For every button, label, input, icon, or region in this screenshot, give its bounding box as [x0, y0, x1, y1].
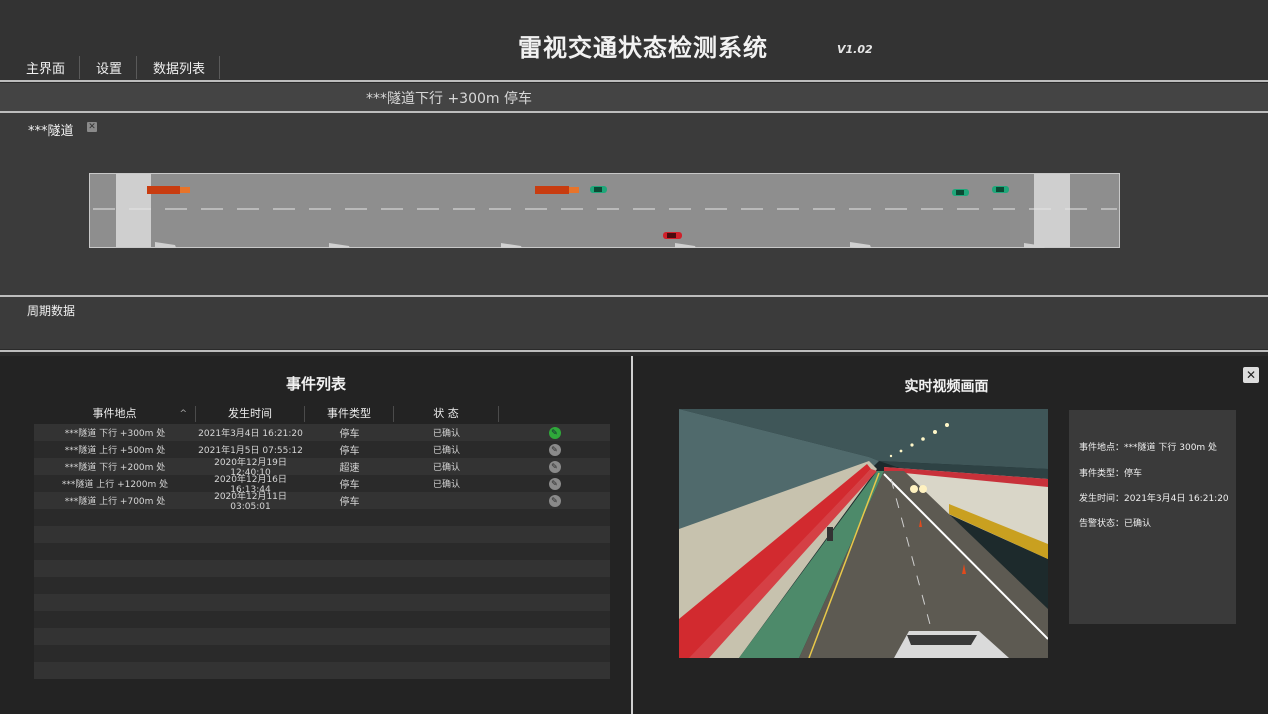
panel-divider	[631, 356, 633, 714]
edit-icon[interactable]: ✎	[548, 460, 561, 473]
edit-icon[interactable]: ✎	[548, 443, 561, 456]
empty-row	[34, 577, 610, 594]
event-list-title: 事件列表	[285, 375, 346, 393]
empty-row	[34, 662, 610, 679]
stopped-car-icon[interactable]	[663, 232, 682, 239]
empty-row	[34, 509, 610, 526]
table-row[interactable]: ***隧道 上行 +1200m 处 2020年12月16日 16:13:44 停…	[34, 475, 610, 495]
empty-row	[34, 628, 610, 645]
empty-row	[34, 594, 610, 611]
column-header-location[interactable]: 事件地点 ^	[34, 406, 196, 422]
empty-row	[34, 611, 610, 628]
car-icon[interactable]	[590, 186, 607, 193]
table-row[interactable]: ***隧道 下行 +200m 处 2020年12月19日 12:40:10 超速…	[34, 458, 610, 478]
app-header: 雷视交通状态检测系统 V1.02 主界面 设置 数据列表	[0, 0, 1268, 80]
tunnel-exit	[1034, 174, 1070, 247]
car-icon[interactable]	[952, 189, 969, 196]
divider	[0, 80, 1268, 82]
close-icon[interactable]: ✕	[1243, 367, 1259, 383]
nav-item-data-list[interactable]: 数据列表	[137, 56, 221, 79]
alert-bar: ***隧道下行 +300m 停车	[0, 83, 1268, 111]
edit-icon[interactable]: ✎	[548, 426, 561, 439]
empty-row	[34, 645, 610, 662]
edit-icon[interactable]: ✎	[548, 494, 561, 507]
main-nav: 主界面 设置 数据列表	[10, 56, 221, 79]
bottom-area: 事件列表 事件地点 ^ 发生时间 事件类型 状 态 ***隧道 下行 +300m …	[0, 356, 1268, 714]
detail-status: 告警状态：已确认	[1079, 519, 1152, 529]
truck-icon[interactable]	[147, 186, 190, 194]
truck-icon[interactable]	[535, 186, 579, 194]
nav-item-settings[interactable]: 设置	[80, 56, 138, 79]
column-header-type[interactable]: 事件类型	[305, 406, 394, 422]
table-header: 事件地点 ^ 发生时间 事件类型 状 态	[34, 404, 610, 424]
table-body: ***隧道 下行 +300m 处 2021年3月4日 16:21:20 停车 已…	[34, 424, 610, 679]
period-data-title: 周期数据	[27, 304, 76, 318]
event-table: 事件地点 ^ 发生时间 事件类型 状 态 ***隧道 下行 +300m 处 202…	[34, 404, 610, 679]
edit-icon[interactable]: ✎	[548, 477, 561, 490]
road-surface	[89, 173, 1120, 248]
column-header-time[interactable]: 发生时间	[196, 406, 305, 422]
period-data-panel: 周期数据	[0, 297, 1268, 349]
close-icon[interactable]: ✕	[87, 122, 97, 132]
empty-row	[34, 526, 610, 543]
column-header-action	[499, 406, 610, 422]
event-detail-panel: 事件地点：***隧道 下行 300m 处 事件类型：停车 发生时间：2021年3…	[1069, 410, 1236, 624]
empty-row	[34, 543, 610, 560]
app-title: 雷视交通状态检测系统	[518, 34, 768, 62]
tunnel-entrance	[116, 174, 151, 247]
live-video-feed[interactable]	[679, 409, 1048, 658]
divider	[0, 350, 1268, 352]
sort-asc-icon[interactable]: ^	[179, 406, 187, 422]
column-header-status[interactable]: 状 态	[394, 406, 499, 422]
table-row[interactable]: ***隧道 上行 +700m 处 2020年12月11日 03:05:01 停车…	[34, 492, 610, 512]
table-row[interactable]: ***隧道 上行 +500m 处 2021年1月5日 07:55:12 停车 已…	[34, 441, 610, 458]
alert-text: ***隧道下行 +300m 停车	[366, 91, 532, 107]
nav-item-main[interactable]: 主界面	[10, 56, 81, 79]
video-title: 实时视频画面	[904, 379, 989, 395]
tunnel-panel: ***隧道 ✕	[0, 113, 1268, 295]
tunnel-road-map	[89, 173, 1120, 248]
car-icon[interactable]	[992, 186, 1009, 193]
version-label: V1.02	[837, 43, 873, 56]
tunnel-name: ***隧道	[28, 124, 74, 139]
detail-time: 发生时间：2021年3月4日 16:21:20	[1079, 494, 1229, 504]
detail-location: 事件地点：***隧道 下行 300m 处	[1079, 443, 1218, 453]
detail-type: 事件类型：停车	[1079, 469, 1143, 479]
table-row[interactable]: ***隧道 下行 +300m 处 2021年3月4日 16:21:20 停车 已…	[34, 424, 610, 441]
empty-row	[34, 560, 610, 577]
